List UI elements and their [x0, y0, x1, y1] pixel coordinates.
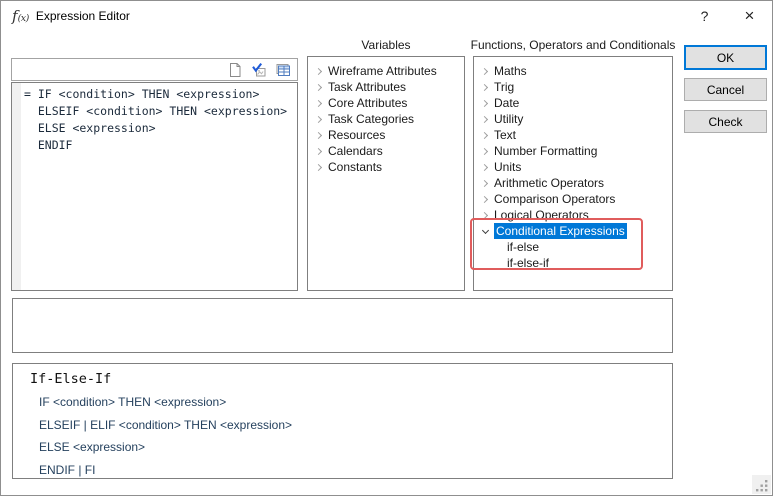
editor-line: ENDIF — [24, 137, 297, 154]
chevron-right-icon[interactable] — [479, 193, 491, 205]
tree-item-if-else[interactable]: if-else — [474, 239, 672, 255]
variables-label: Variables — [307, 38, 465, 53]
tree-item-constants[interactable]: Constants — [308, 159, 464, 175]
help-line: IF <condition> THEN <expression> — [39, 391, 292, 414]
expression-input[interactable]: = IF <condition> THEN <expression> ELSEI… — [11, 82, 298, 291]
tree-item-label: if-else — [507, 240, 539, 254]
tree-item-label: Units — [494, 160, 521, 174]
tree-item-number-formatting[interactable]: Number Formatting — [474, 143, 672, 159]
tree-item-logical-operators[interactable]: Logical Operators — [474, 207, 672, 223]
chevron-right-icon[interactable] — [313, 161, 325, 173]
tree-item-text[interactable]: Text — [474, 127, 672, 143]
tree-item-wireframe-attributes[interactable]: Wireframe Attributes — [308, 63, 464, 79]
help-line: ELSEIF | ELIF <condition> THEN <expressi… — [39, 414, 292, 437]
editor-line: ELSEIF <condition> THEN <expression> — [24, 103, 297, 120]
editor-line: = IF <condition> THEN <expression> — [24, 86, 297, 103]
expression-examples-icon[interactable] — [275, 62, 291, 78]
tree-item-label: Arithmetic Operators — [494, 176, 604, 190]
chevron-right-icon[interactable] — [479, 209, 491, 221]
tree-item-label: if-else-if — [507, 256, 549, 270]
tree-item-arithmetic-operators[interactable]: Arithmetic Operators — [474, 175, 672, 191]
functions-label: Functions, Operators and Conditionals — [463, 38, 683, 53]
chevron-right-icon[interactable] — [479, 113, 491, 125]
tree-item-utility[interactable]: Utility — [474, 111, 672, 127]
tree-item-label: Core Attributes — [328, 96, 407, 110]
chevron-right-icon[interactable] — [479, 161, 491, 173]
chevron-right-icon[interactable] — [479, 81, 491, 93]
functions-list: Maths Trig Date Utility Text Number Form… — [473, 56, 673, 291]
tree-item-label: Wireframe Attributes — [328, 64, 437, 78]
tree-item-comparison-operators[interactable]: Comparison Operators — [474, 191, 672, 207]
help-title: If-Else-If — [30, 371, 111, 387]
resize-grip-dots-icon — [752, 475, 771, 494]
chevron-right-icon[interactable] — [313, 97, 325, 109]
tree-item-label: Utility — [494, 112, 523, 126]
resize-grip[interactable] — [752, 475, 771, 494]
message-box — [12, 298, 673, 353]
tree-item-date[interactable]: Date — [474, 95, 672, 111]
tree-item-task-categories[interactable]: Task Categories — [308, 111, 464, 127]
ok-button[interactable]: OK — [684, 45, 767, 70]
chevron-right-icon[interactable] — [313, 129, 325, 141]
tree-item-label: Number Formatting — [494, 144, 597, 158]
help-line: ENDIF | FI — [39, 459, 292, 482]
new-expression-icon[interactable] — [227, 62, 243, 78]
chevron-right-icon[interactable] — [479, 97, 491, 109]
chevron-right-icon[interactable] — [313, 81, 325, 93]
tree-item-task-attributes[interactable]: Task Attributes — [308, 79, 464, 95]
chevron-right-icon[interactable] — [479, 145, 491, 157]
tree-item-label: Maths — [494, 64, 527, 78]
chevron-right-icon[interactable] — [313, 145, 325, 157]
tree-item-label: Text — [494, 128, 516, 142]
tree-item-conditional-expressions[interactable]: Conditional Expressions — [474, 223, 672, 239]
window-title: Expression Editor — [36, 9, 130, 23]
chevron-down-icon[interactable] — [479, 225, 491, 237]
titlebar[interactable]: f (x) Expression Editor ? × — [1, 1, 772, 31]
help-line: ELSE <expression> — [39, 436, 292, 459]
tree-item-resources[interactable]: Resources — [308, 127, 464, 143]
chevron-right-icon[interactable] — [313, 113, 325, 125]
tree-item-label: Calendars — [328, 144, 383, 158]
chevron-right-icon[interactable] — [479, 65, 491, 77]
tree-item-units[interactable]: Units — [474, 159, 672, 175]
tree-item-label: Constants — [328, 160, 382, 174]
tree-item-label: Logical Operators — [494, 208, 589, 222]
tree-item-label: Trig — [494, 80, 514, 94]
chevron-right-icon[interactable] — [479, 177, 491, 189]
expression-editor-dialog: f (x) Expression Editor ? × — [0, 0, 773, 496]
tree-item-label: Resources — [328, 128, 385, 142]
tree-item-maths[interactable]: Maths — [474, 63, 672, 79]
tree-item-calendars[interactable]: Calendars — [308, 143, 464, 159]
help-lines: IF <condition> THEN <expression> ELSEIF … — [39, 391, 292, 481]
chevron-right-icon[interactable] — [313, 65, 325, 77]
chevron-right-icon[interactable] — [479, 129, 491, 141]
fx-logo-icon: f (x) — [12, 7, 29, 25]
cancel-button[interactable]: Cancel — [684, 78, 767, 101]
editor-toolbar — [11, 58, 298, 81]
validate-expression-icon[interactable] — [251, 62, 267, 78]
editor-gutter — [12, 83, 21, 290]
editor-line: ELSE <expression> — [24, 120, 297, 137]
tree-item-trig[interactable]: Trig — [474, 79, 672, 95]
help-button[interactable]: ? — [682, 1, 727, 31]
tree-item-label-selected: Conditional Expressions — [494, 223, 627, 239]
tree-item-label: Comparison Operators — [494, 192, 615, 206]
editor-text: = IF <condition> THEN <expression> ELSEI… — [24, 86, 297, 154]
fx-logo-x: (x) — [18, 13, 29, 24]
close-button[interactable]: × — [727, 1, 772, 31]
syntax-help-panel: If-Else-If IF <condition> THEN <expressi… — [12, 363, 673, 479]
titlebar-buttons: ? × — [682, 1, 772, 31]
tree-item-label: Task Categories — [328, 112, 414, 126]
check-button[interactable]: Check — [684, 110, 767, 133]
variables-list: Wireframe Attributes Task Attributes Cor… — [307, 56, 465, 291]
tree-item-label: Date — [494, 96, 519, 110]
tree-item-core-attributes[interactable]: Core Attributes — [308, 95, 464, 111]
tree-item-if-else-if[interactable]: if-else-if — [474, 255, 672, 271]
tree-item-label: Task Attributes — [328, 80, 406, 94]
